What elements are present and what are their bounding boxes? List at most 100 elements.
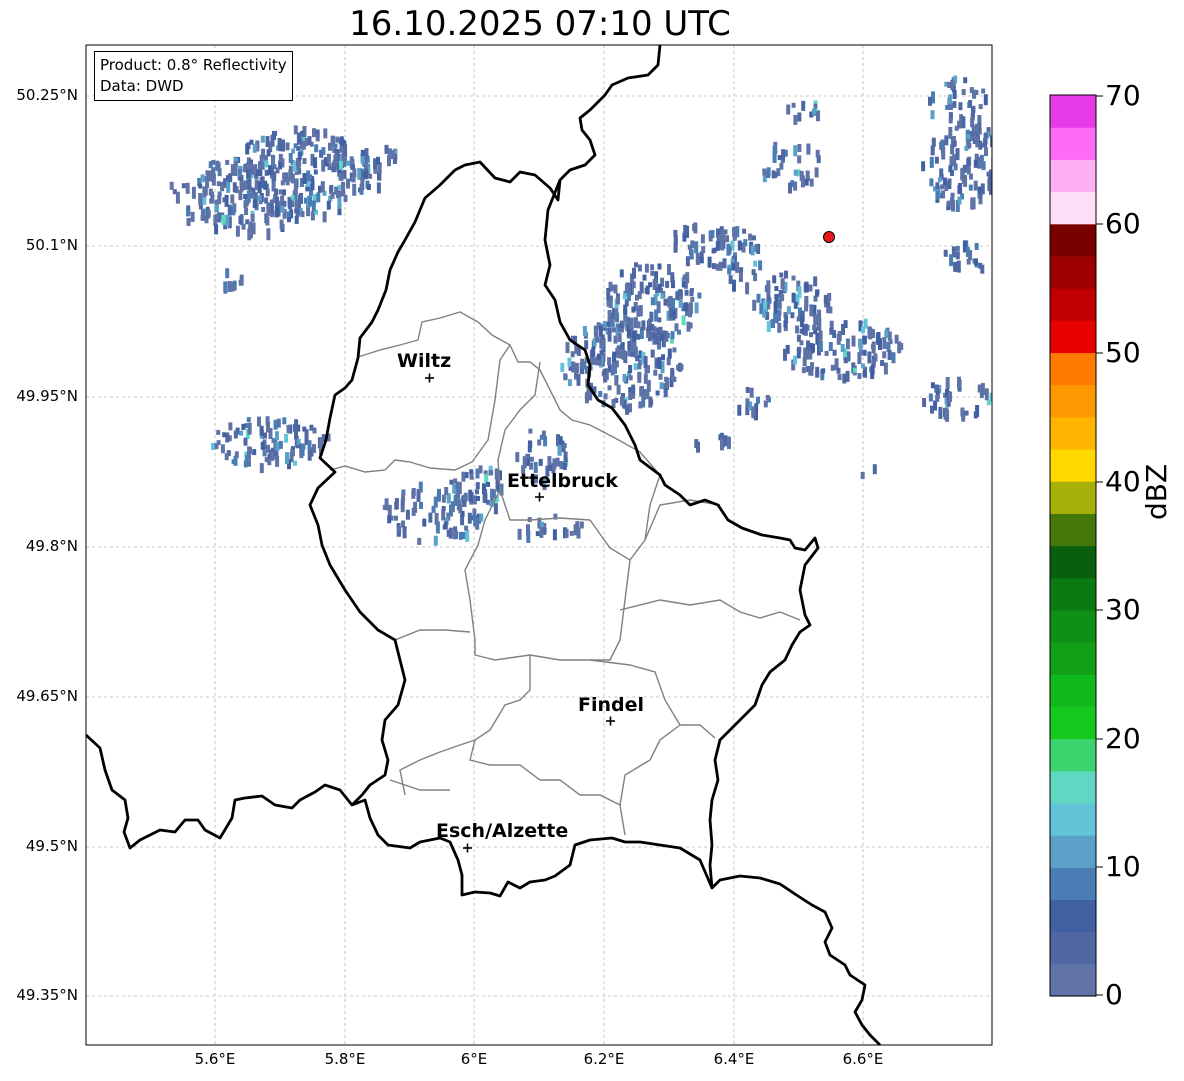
radar-echo-pixel [441, 509, 446, 521]
radar-echo-pixel [948, 165, 953, 173]
colorbar-segment [1050, 191, 1096, 225]
radar-map [85, 44, 1103, 1046]
radar-echo-pixel [966, 158, 971, 167]
radar-echo-pixel [973, 159, 978, 168]
colorbar-segment [1050, 738, 1096, 772]
radar-echo-pixel [573, 524, 578, 536]
radar-echo-pixel [275, 455, 280, 467]
radar-echo-pixel [462, 501, 467, 507]
radar-echo-pixel [247, 450, 251, 460]
radar-echo-pixel [882, 337, 887, 349]
radar-echo-pixel [252, 199, 257, 209]
radar-echo-pixel [783, 320, 788, 328]
radar-echo-pixel [579, 521, 584, 529]
radar-echo-pixel [275, 207, 280, 217]
radar-echo-pixel [986, 400, 991, 406]
radar-echo-pixel [975, 405, 980, 417]
radar-echo-pixel [233, 455, 238, 466]
radar-echo-pixel [772, 275, 777, 284]
radar-echo-pixel [302, 158, 307, 164]
radar-echo-pixel [402, 526, 407, 539]
radar-echo-pixel [610, 364, 615, 376]
radar-echo-pixel [286, 425, 291, 433]
radar-echo-pixel [606, 288, 611, 300]
radar-echo-pixel [294, 419, 299, 431]
radar-echo-pixel [230, 281, 235, 292]
colorbar-tick-label: 0 [1105, 978, 1123, 1011]
radar-echo-pixel [574, 363, 579, 373]
radar-echo-pixel [735, 261, 740, 273]
radar-echo-pixel [238, 279, 243, 286]
radar-echo-pixel [965, 247, 970, 257]
radar-echo-pixel [811, 343, 815, 353]
radar-echo-pixel [815, 149, 820, 158]
radar-echo-pixel [275, 431, 279, 441]
radar-echo-pixel [843, 357, 848, 364]
radar-echo-pixel [937, 177, 942, 183]
radar-echo-pixel [469, 473, 474, 480]
radar-echo-pixel [766, 295, 771, 302]
radar-echo-pixel [682, 274, 687, 281]
radar-echo-pixel [257, 181, 262, 194]
lat-tick-label: 49.65°N [16, 687, 78, 705]
radar-echo-pixel [582, 363, 587, 370]
radar-echo-pixel [987, 176, 992, 189]
radar-echo-pixel [793, 145, 798, 157]
radar-echo-pixel [880, 360, 885, 366]
radar-echo-pixel [625, 404, 630, 415]
radar-echo-pixel [245, 143, 250, 155]
radar-echo-pixel [603, 393, 608, 400]
radar-echo-pixel [619, 269, 624, 278]
radar-echo-pixel [417, 537, 422, 545]
radar-echo-pixel [304, 429, 309, 442]
radar-echo-pixel [264, 160, 269, 168]
radar-echo-pixel [721, 230, 726, 242]
radar-echo-pixel [723, 435, 728, 447]
radar-echo-pixel [416, 491, 421, 502]
radar-echo-pixel [861, 326, 865, 334]
radar-echo-pixel [762, 309, 767, 318]
radar-echo-pixel [793, 355, 798, 365]
radar-echo-pixel [608, 301, 613, 309]
radar-echo-pixel [257, 416, 261, 427]
radar-echo-pixel [613, 284, 618, 294]
radar-echo-pixel [334, 186, 339, 195]
radar-echo-pixel [280, 205, 285, 213]
radar-echo-pixel [313, 169, 318, 175]
radar-echo-pixel [216, 429, 221, 435]
radar-echo-pixel [993, 177, 997, 183]
radar-echo-pixel [288, 199, 293, 210]
radar-echo-pixel [270, 134, 275, 147]
radar-echo-pixel [695, 252, 700, 265]
radar-echo-pixel [341, 181, 345, 193]
radar-echo-pixel [738, 272, 743, 282]
radar-echo-pixel [260, 441, 265, 450]
radar-echo-pixel [998, 168, 1002, 180]
radar-echo-pixel [823, 294, 828, 304]
radar-echo-pixel [948, 391, 953, 402]
radar-echo-pixel [539, 526, 544, 538]
radar-echo-pixel [974, 258, 978, 266]
radar-echo-pixel [612, 351, 617, 362]
radar-echo-pixel [803, 323, 808, 336]
radar-echo-pixel [802, 357, 807, 367]
radar-echo-pixel [950, 192, 955, 198]
radar-echo-pixel [737, 404, 742, 416]
radar-echo-pixel [793, 114, 798, 125]
radar-echo-pixel [641, 320, 646, 331]
radar-echo-pixel [400, 506, 405, 513]
radar-echo-pixel [274, 188, 279, 196]
radar-echo-pixel [801, 367, 806, 374]
radar-echo-pixel [591, 347, 596, 358]
radar-echo-pixel [811, 108, 816, 115]
colorbar-segment [1050, 384, 1096, 418]
radar-echo-pixel [526, 530, 531, 543]
radar-echo-pixel [300, 211, 305, 218]
radar-echo-pixel [214, 443, 219, 450]
radar-echo-pixel [974, 123, 979, 134]
radar-echo-pixel [607, 385, 612, 391]
radar-echo-pixel [230, 194, 235, 204]
radar-echo-pixel [238, 215, 243, 224]
radar-echo-pixel [230, 164, 235, 174]
city-marker-esch-alzette [463, 843, 472, 853]
